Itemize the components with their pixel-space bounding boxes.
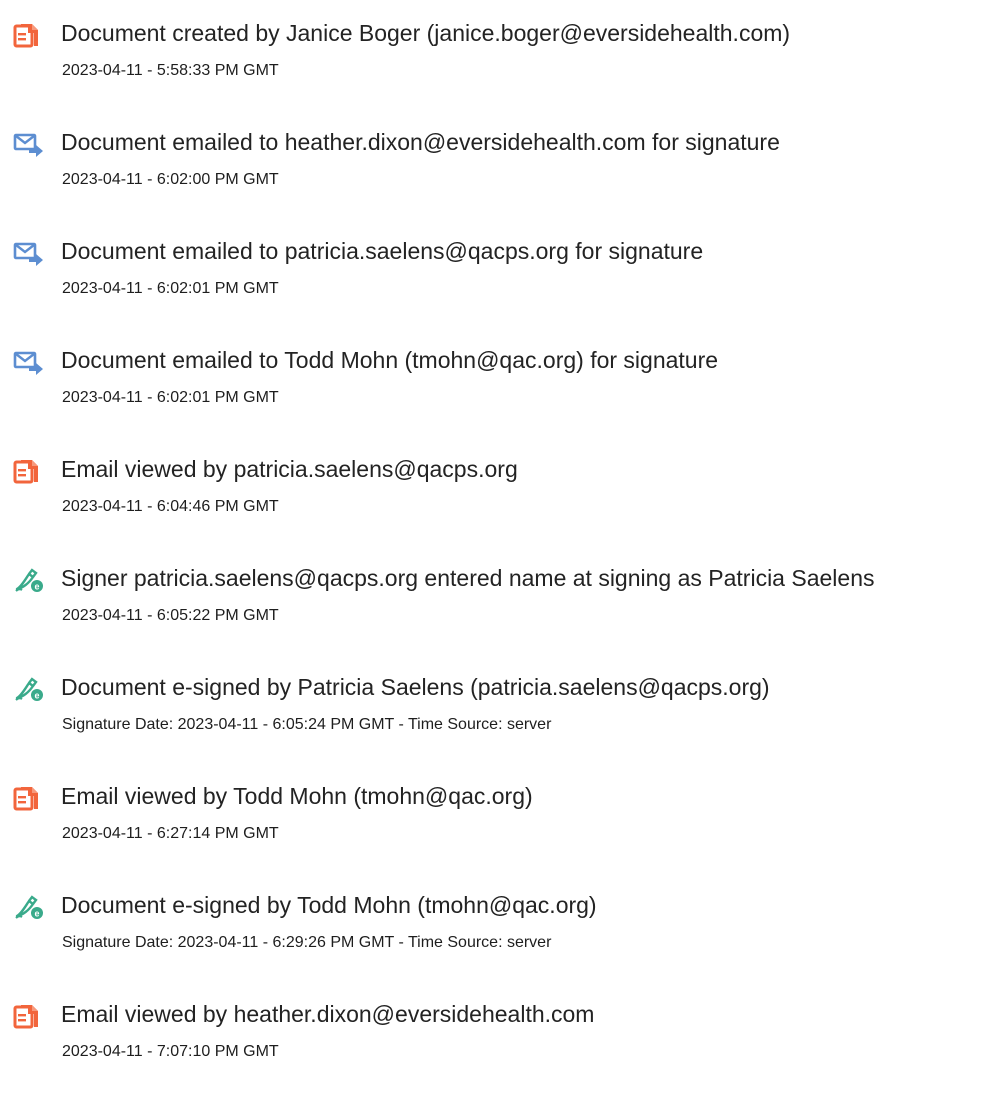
event-description: Document emailed to patricia.saelens@qac… [61, 238, 704, 264]
audit-event: Email viewed by patricia.saelens@qacps.o… [0, 450, 1005, 540]
audit-event: e Document e-signed by Todd Mohn (tmohn@… [0, 886, 1005, 976]
e-sign-pen-icon: e [13, 894, 45, 920]
event-description: Email viewed by Todd Mohn (tmohn@qac.org… [61, 783, 533, 809]
event-timestamp: Signature Date: 2023-04-11 - 6:05:24 PM … [62, 716, 552, 733]
document-icon [13, 22, 45, 48]
event-timestamp: 2023-04-11 - 6:02:01 PM GMT [62, 280, 279, 297]
event-description: Document e-signed by Patricia Saelens (p… [61, 674, 770, 700]
email-send-icon [13, 131, 45, 157]
event-description: Signer patricia.saelens@qacps.org entere… [61, 565, 875, 591]
document-icon [13, 1003, 45, 1029]
event-timestamp: 2023-04-11 - 6:27:14 PM GMT [62, 825, 279, 842]
email-send-icon [13, 349, 45, 375]
e-sign-pen-icon: e [13, 567, 45, 593]
svg-text:e: e [34, 909, 39, 919]
e-sign-pen-icon: e [13, 676, 45, 702]
event-description: Email viewed by patricia.saelens@qacps.o… [61, 456, 518, 482]
event-timestamp: 2023-04-11 - 6:02:00 PM GMT [62, 171, 279, 188]
event-timestamp: 2023-04-11 - 6:02:01 PM GMT [62, 389, 279, 406]
audit-event: Document emailed to heather.dixon@eversi… [0, 123, 1005, 213]
audit-event: Document emailed to Todd Mohn (tmohn@qac… [0, 341, 1005, 431]
event-description: Document emailed to Todd Mohn (tmohn@qac… [61, 347, 719, 373]
event-description: Document e-signed by Todd Mohn (tmohn@qa… [61, 892, 597, 918]
email-send-icon [13, 240, 45, 266]
audit-event: Document emailed to patricia.saelens@qac… [0, 232, 1005, 322]
audit-event: Email viewed by heather.dixon@eversidehe… [0, 995, 1005, 1085]
audit-event: Email viewed by Todd Mohn (tmohn@qac.org… [0, 777, 1005, 867]
event-timestamp: 2023-04-11 - 6:04:46 PM GMT [62, 498, 279, 515]
event-timestamp: 2023-04-11 - 6:05:22 PM GMT [62, 607, 279, 624]
event-description: Document created by Janice Boger (janice… [61, 20, 791, 46]
document-icon [13, 785, 45, 811]
document-icon [13, 458, 45, 484]
event-timestamp: 2023-04-11 - 5:58:33 PM GMT [62, 62, 279, 79]
event-description: Email viewed by heather.dixon@eversidehe… [61, 1001, 595, 1027]
event-timestamp: 2023-04-11 - 7:07:10 PM GMT [62, 1043, 279, 1060]
audit-event: e Signer patricia.saelens@qacps.org ente… [0, 559, 1005, 649]
svg-text:e: e [34, 582, 39, 592]
audit-event: e Document e-signed by Patricia Saelens … [0, 668, 1005, 758]
svg-text:e: e [34, 691, 39, 701]
event-description: Document emailed to heather.dixon@eversi… [61, 129, 780, 155]
audit-event: Document created by Janice Boger (janice… [0, 14, 1005, 104]
event-timestamp: Signature Date: 2023-04-11 - 6:29:26 PM … [62, 934, 552, 951]
